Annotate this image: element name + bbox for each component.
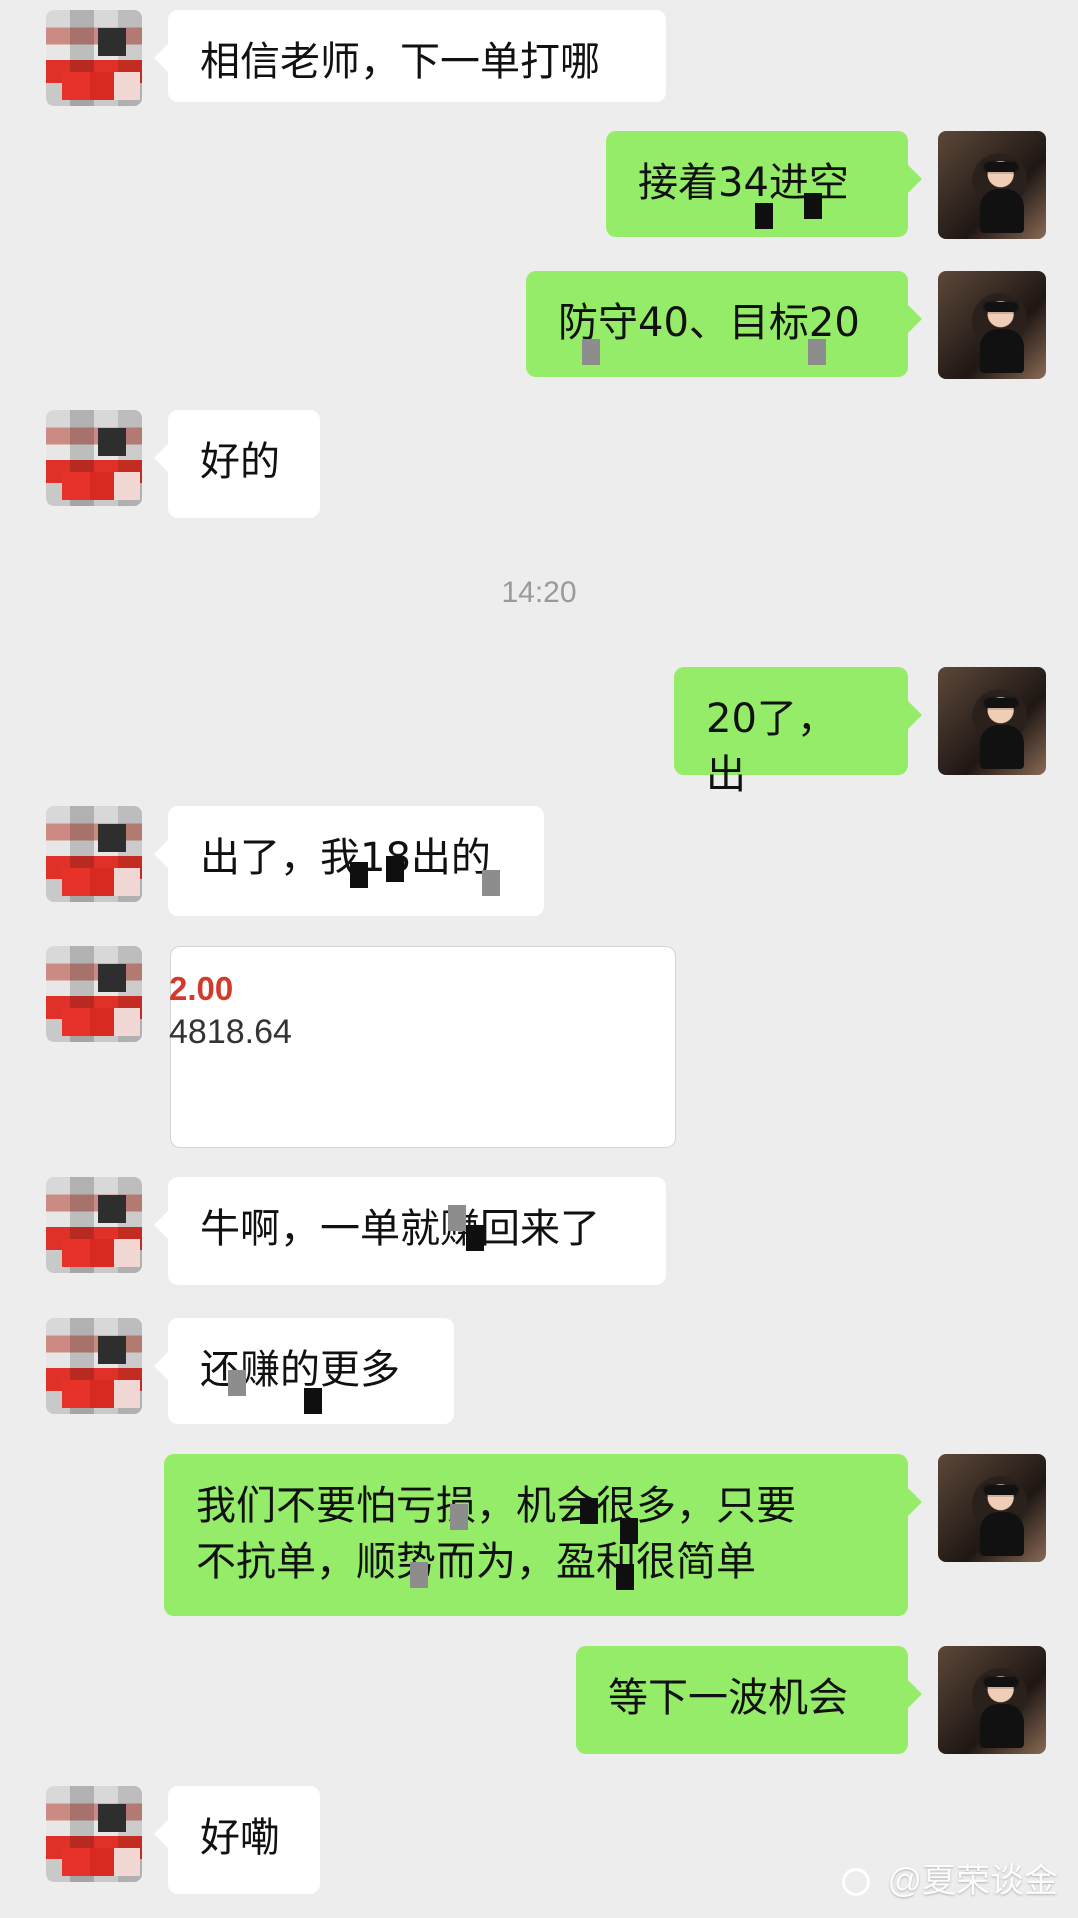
user-avatar[interactable] xyxy=(938,131,1046,239)
redaction-block xyxy=(620,1518,638,1544)
card-secondary-value: 4818.64 xyxy=(169,1013,292,1051)
user-avatar[interactable] xyxy=(938,1454,1046,1562)
user-avatar[interactable] xyxy=(938,271,1046,379)
redaction-block xyxy=(580,1498,598,1524)
incoming-message[interactable]: 相信老师，下一单打哪 xyxy=(154,10,666,102)
watermark-logo-icon xyxy=(842,1868,871,1896)
redaction-block xyxy=(350,862,368,888)
chat-timestamp: 14:20 xyxy=(501,576,577,609)
redaction-block xyxy=(616,1564,634,1590)
user-avatar[interactable] xyxy=(938,667,1046,775)
redaction-block xyxy=(304,1388,322,1414)
incoming-message[interactable]: 出了，我18出的 xyxy=(154,806,544,916)
outgoing-message[interactable]: 20了，出 xyxy=(674,667,922,798)
redaction-block xyxy=(804,193,822,219)
watermark: @夏荣谈金 xyxy=(842,1853,1058,1902)
user-avatar[interactable] xyxy=(938,1646,1046,1754)
redaction-block xyxy=(482,870,500,896)
redaction-block xyxy=(450,1504,468,1530)
redaction-block xyxy=(410,1562,428,1588)
outgoing-message[interactable]: 等下一波机会 xyxy=(576,1646,922,1754)
redaction-block xyxy=(582,339,600,365)
contact-avatar[interactable] xyxy=(46,806,142,902)
contact-avatar[interactable] xyxy=(46,1786,142,1882)
contact-avatar[interactable] xyxy=(46,1177,142,1273)
redaction-block xyxy=(466,1225,484,1251)
contact-avatar[interactable] xyxy=(46,10,142,106)
card-primary-value: 2.00 xyxy=(169,970,234,1007)
outgoing-message[interactable]: 我们不要怕亏损，机会很多，只要 不抗单，顺势而为，盈利很简单 xyxy=(164,1454,922,1616)
incoming-message[interactable]: 好嘞 xyxy=(154,1786,320,1894)
contact-avatar[interactable] xyxy=(46,410,142,506)
shared-screenshot-card[interactable]: 2.00 4818.64 xyxy=(169,946,676,1148)
watermark-text: @夏荣谈金 xyxy=(887,1862,1058,1900)
contact-avatar[interactable] xyxy=(46,1318,142,1414)
contact-avatar[interactable] xyxy=(46,946,142,1042)
redaction-block xyxy=(755,203,773,229)
incoming-message[interactable]: 牛啊，一单就赚回来了 xyxy=(154,1177,666,1285)
chat-view: 相信老师，下一单打哪 接着34进空 防守40、目标20 好的 14:20 20了… xyxy=(0,0,1078,1918)
redaction-block xyxy=(808,339,826,365)
redaction-block xyxy=(448,1205,466,1231)
redaction-block xyxy=(228,1370,246,1396)
incoming-message[interactable]: 好的 xyxy=(154,410,320,518)
redaction-block xyxy=(386,856,404,882)
